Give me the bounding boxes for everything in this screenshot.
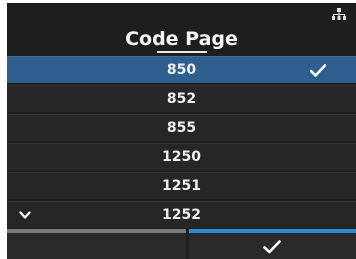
list-item-label: 850 bbox=[166, 62, 197, 78]
back-softkey[interactable] bbox=[7, 229, 186, 259]
code-page-list: 850 852 855 1250 1251 1252 bbox=[7, 56, 356, 228]
softkey-bar bbox=[7, 229, 356, 259]
confirm-softkey[interactable] bbox=[189, 229, 356, 259]
list-item-label: 1251 bbox=[162, 178, 201, 194]
chevron-down-icon[interactable] bbox=[19, 211, 31, 220]
page-title: Code Page bbox=[125, 28, 238, 50]
status-bar bbox=[7, 3, 356, 25]
list-item-855[interactable]: 855 bbox=[7, 114, 356, 141]
network-icon bbox=[332, 8, 346, 20]
title-underline bbox=[157, 51, 207, 53]
check-icon bbox=[310, 64, 326, 77]
list-item-label: 855 bbox=[166, 120, 197, 136]
list-item-852[interactable]: 852 bbox=[7, 85, 356, 112]
list-item-1251[interactable]: 1251 bbox=[7, 172, 356, 199]
printer-display: Code Page 850 852 855 1250 1251 1252 bbox=[7, 3, 356, 259]
list-item-label: 1250 bbox=[162, 149, 201, 165]
list-item-850[interactable]: 850 bbox=[7, 56, 356, 83]
list-item-label: 1252 bbox=[162, 207, 201, 223]
list-item-1252[interactable]: 1252 bbox=[7, 201, 356, 228]
check-icon bbox=[263, 240, 281, 254]
list-item-label: 852 bbox=[166, 91, 197, 107]
list-item-1250[interactable]: 1250 bbox=[7, 143, 356, 170]
